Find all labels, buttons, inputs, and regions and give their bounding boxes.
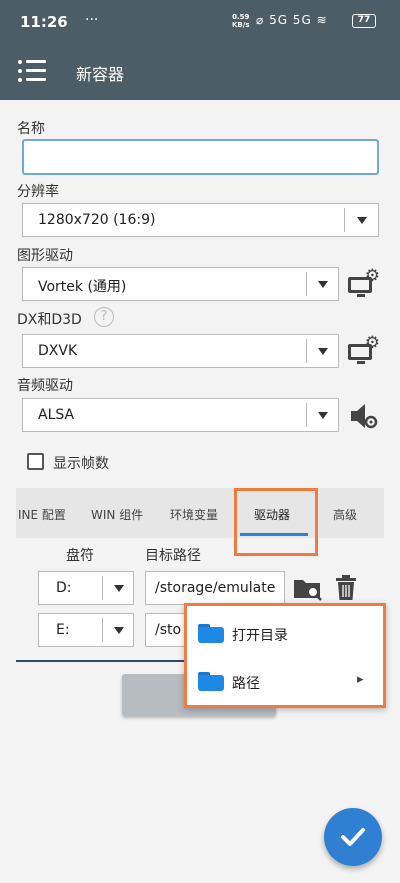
audio-driver-value: ALSA <box>38 407 75 423</box>
folder-icon <box>198 624 224 643</box>
battery-icon: 77 <box>352 14 376 28</box>
audio-driver-label: 音频驱动 <box>17 378 73 394</box>
tab-advanced[interactable]: 高级 <box>333 506 357 523</box>
graphics-driver-label: 图形驱动 <box>17 248 73 264</box>
signal-strength-icon: 5G 5G <box>269 13 312 27</box>
tab-env-vars[interactable]: 环境变量 <box>170 506 218 523</box>
menu-item-path[interactable]: 路径 ▸ <box>187 662 383 702</box>
show-fps-label: 显示帧数 <box>53 456 109 472</box>
audio-settings-icon[interactable] <box>348 402 378 430</box>
tab-highlight-box <box>234 488 318 556</box>
menu-item-label: 路径 <box>232 676 260 692</box>
dx-value: DXVK <box>38 343 78 359</box>
show-fps-checkbox[interactable] <box>27 453 44 470</box>
dx-label: DX和D3D <box>17 312 82 328</box>
graphics-driver-select[interactable]: Vortek (通用) <box>22 267 339 301</box>
graphics-driver-value: Vortek (通用) <box>38 279 127 295</box>
name-input[interactable] <box>22 139 379 175</box>
confirm-button[interactable] <box>324 808 382 866</box>
drive-letter-select[interactable]: D: <box>38 571 134 605</box>
drive-letter-value: D: <box>56 580 72 596</box>
drive-letter-header: 盘符 <box>66 548 94 564</box>
context-menu: 打开目录 路径 ▸ <box>184 603 386 708</box>
dropdown-arrow-icon <box>318 412 328 419</box>
dropdown-arrow-icon <box>114 627 124 634</box>
dropdown-arrow-icon <box>318 348 328 355</box>
drive-path-value: /storage/emulate <box>155 580 276 596</box>
target-path-header: 目标路径 <box>145 548 201 564</box>
dropdown-arrow-icon <box>114 585 124 592</box>
drive-path-value: /sto <box>155 622 182 638</box>
audio-driver-select[interactable]: ALSA <box>22 398 339 432</box>
dx-select[interactable]: DXVK <box>22 334 339 368</box>
drive-letter-select[interactable]: E: <box>38 613 134 647</box>
app-bar: 新容器 <box>0 46 400 100</box>
tab-wine-config[interactable]: INE 配置 <box>18 506 66 523</box>
submenu-arrow-icon: ▸ <box>357 672 364 687</box>
delete-icon[interactable] <box>334 574 358 602</box>
status-bar: 11:26 ··· 0.59 KB/s ⌀ 5G 5G ≋ 77 <box>0 0 400 46</box>
drive-path-field[interactable]: /sto <box>145 613 185 647</box>
graphics-settings-icon[interactable]: ⚙ <box>348 266 380 298</box>
check-icon <box>341 828 365 846</box>
status-time: 11:26 <box>20 13 68 31</box>
tab-bar: INE 配置 WIN 组件 环境变量 驱动器 高级 <box>16 488 384 538</box>
resolution-value: 1280x720 (16:9) <box>38 212 156 228</box>
name-label: 名称 <box>17 121 45 137</box>
dropdown-arrow-icon <box>357 217 367 224</box>
drive-path-field[interactable]: /storage/emulate <box>145 571 285 605</box>
network-speed-unit: KB/s <box>232 21 250 29</box>
status-more-icon: ··· <box>85 12 99 28</box>
network-speed: 0.59 KB/s <box>232 13 249 29</box>
wifi-icon: ≋ <box>316 13 328 27</box>
network-speed-value: 0.59 <box>232 13 250 21</box>
folder-icon <box>198 672 224 691</box>
menu-item-label: 打开目录 <box>232 628 288 644</box>
menu-icon[interactable] <box>18 58 46 84</box>
browse-folder-icon[interactable] <box>293 574 323 602</box>
help-icon[interactable]: ? <box>94 307 114 327</box>
alarm-off-icon: ⌀ <box>256 13 265 27</box>
dropdown-arrow-icon <box>318 281 328 288</box>
signal-icons: ⌀ 5G 5G ≋ <box>256 13 328 27</box>
page-title: 新容器 <box>76 65 125 84</box>
dx-settings-icon[interactable]: ⚙ <box>348 333 380 365</box>
tab-win-components[interactable]: WIN 组件 <box>91 506 143 523</box>
drive-letter-value: E: <box>56 622 70 638</box>
resolution-select[interactable]: 1280x720 (16:9) <box>22 203 379 237</box>
menu-item-open-directory[interactable]: 打开目录 <box>187 614 383 654</box>
resolution-label: 分辨率 <box>17 184 59 200</box>
